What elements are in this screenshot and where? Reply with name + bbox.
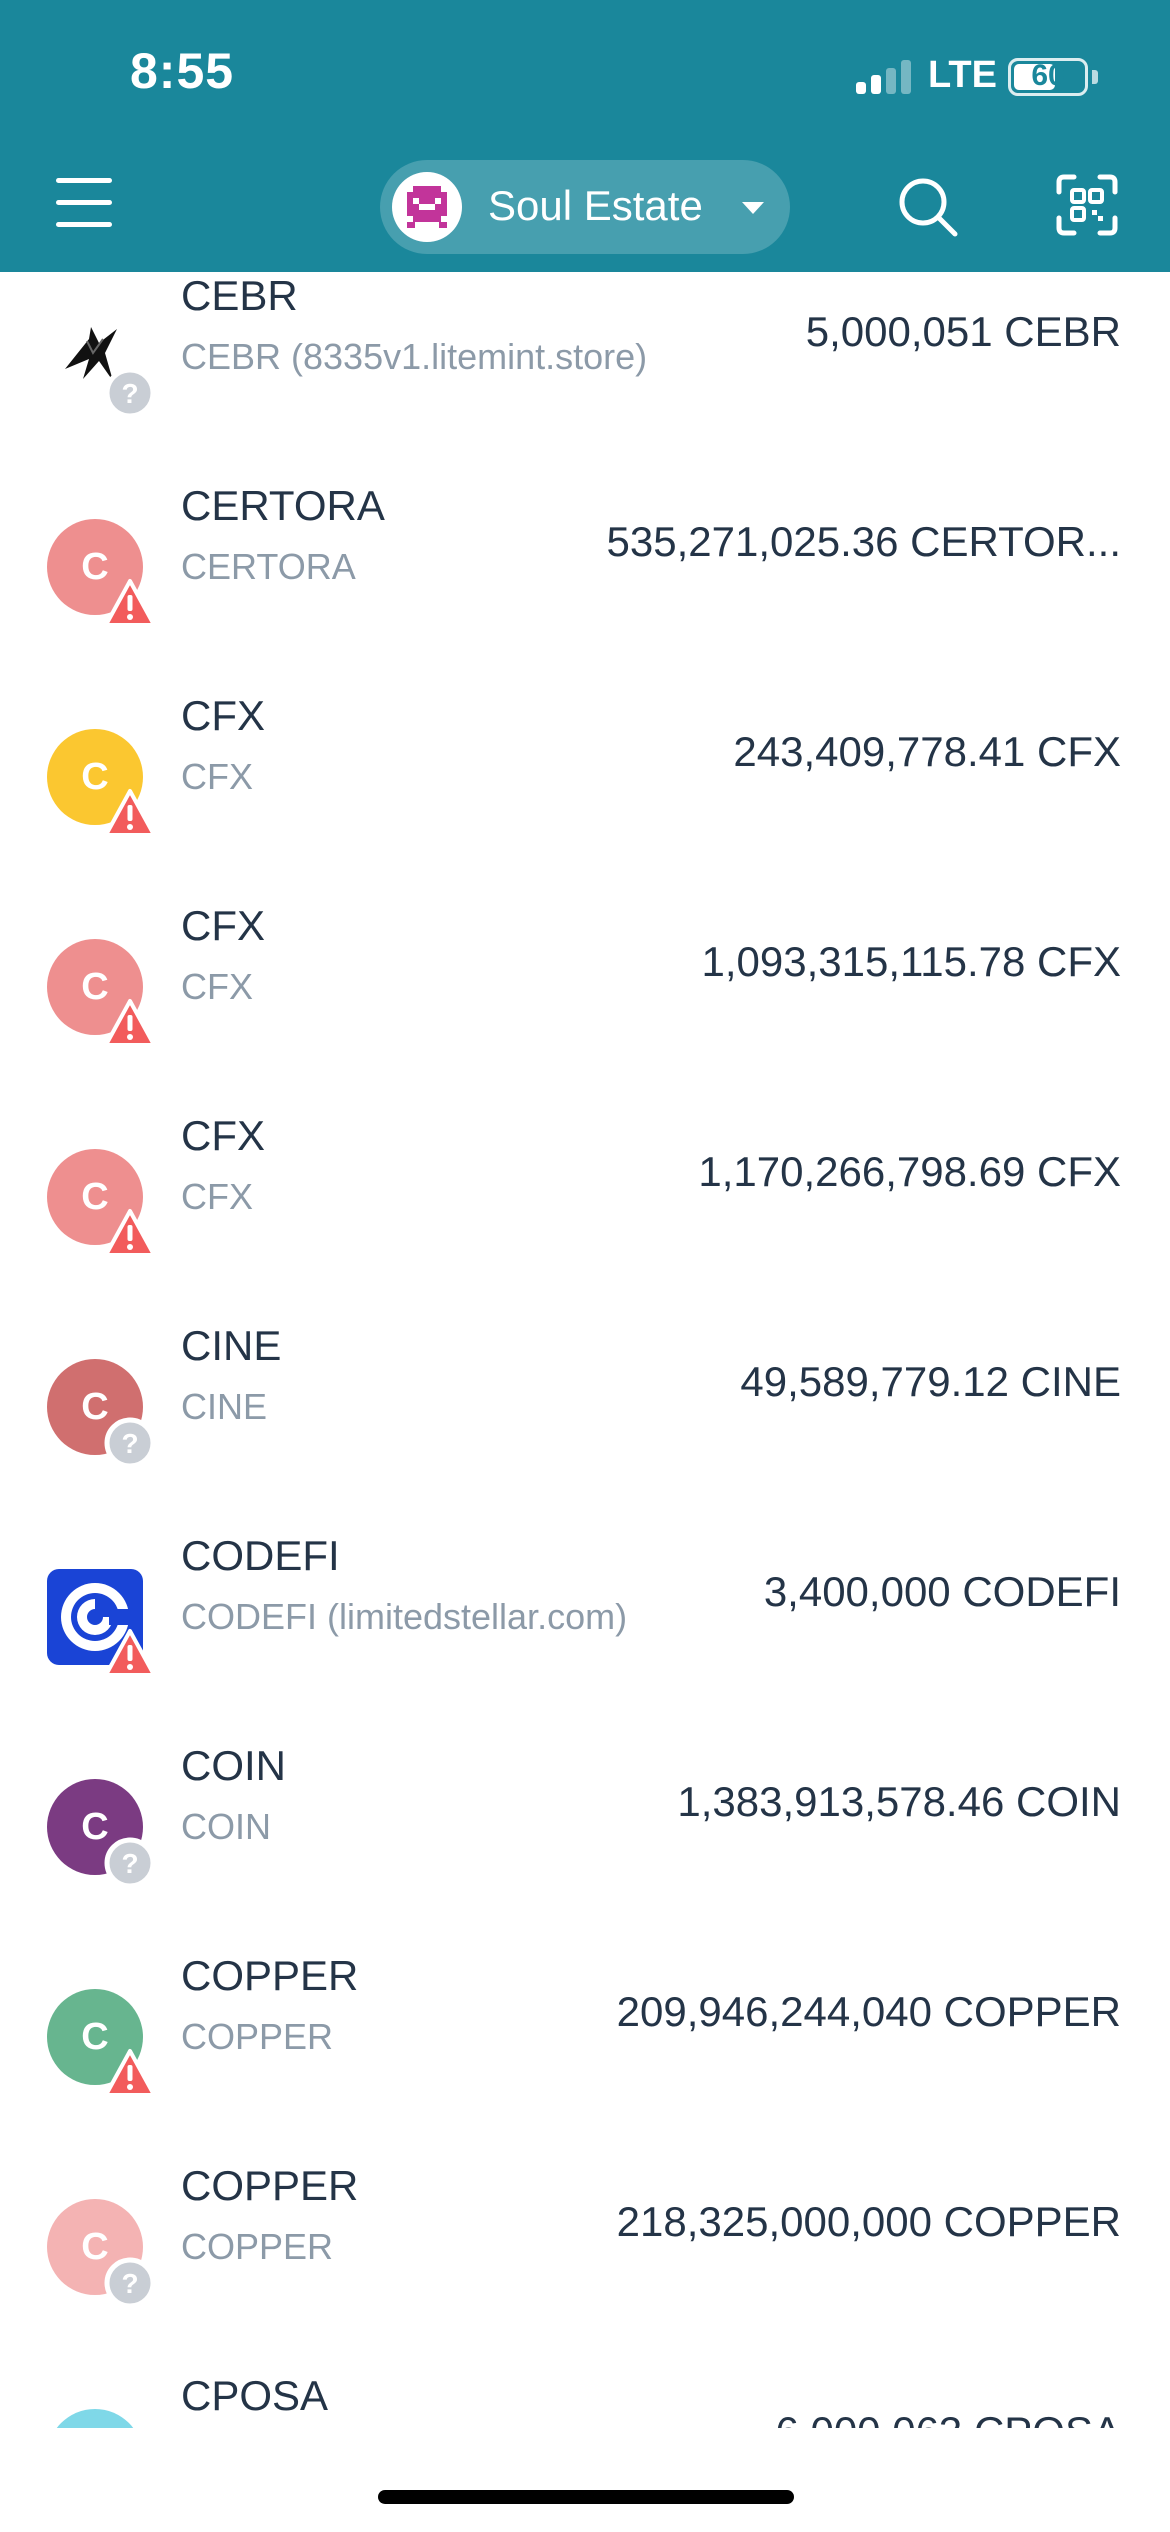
question-icon: ? (104, 1837, 156, 1889)
warning-icon (104, 1627, 156, 1679)
token-row[interactable]: C? COIN COIN 1,383,913,578.46 COIN (0, 1742, 1170, 1952)
token-row[interactable]: C CFX CFX 1,170,266,798.69 CFX (0, 1112, 1170, 1322)
token-balance: 243,409,778.41 CFX (733, 728, 1121, 775)
app-header: 8:55 LTE 60 Soul Estate (0, 0, 1170, 272)
menu-icon-line (56, 222, 112, 227)
signal-bar (856, 82, 866, 94)
chevron-down-icon (742, 202, 764, 214)
token-code: COPPER (181, 2162, 359, 2209)
token-row[interactable]: CODEFI CODEFI (limitedstellar.com) 3,400,0… (0, 1532, 1170, 1742)
token-issuer: CERTORA (181, 546, 356, 587)
battery-icon: 60 (1008, 58, 1088, 96)
token-code: CERTORA (181, 482, 385, 529)
menu-button[interactable] (56, 178, 112, 228)
question-icon: ? (104, 1417, 156, 1469)
battery-percent: 60 (1031, 59, 1065, 92)
network-type: LTE (928, 54, 997, 96)
search-icon (899, 178, 958, 237)
pixel-avatar-icon (407, 186, 447, 228)
account-switcher[interactable]: Soul Estate (380, 160, 790, 254)
account-name: Soul Estate (488, 182, 703, 229)
token-balance: 1,170,266,798.69 CFX (698, 1148, 1121, 1195)
token-code: COPPER (181, 1952, 359, 1999)
warning-icon (104, 2047, 156, 2099)
token-balance: 1,093,315,115.78 CFX (701, 938, 1121, 985)
token-balance: 5,000,051 CEBR (805, 308, 1121, 355)
token-issuer: COPPER (181, 2016, 334, 2057)
home-indicator[interactable] (378, 2490, 794, 2504)
token-row[interactable]: CPOSA 6,000,063 CPOSA (0, 2372, 1170, 2428)
owl-icon (47, 2409, 143, 2428)
status-time: 8:55 (130, 43, 235, 99)
signal-bar (886, 68, 896, 94)
signal-strength-icon (856, 60, 914, 94)
token-balance: 218,325,000,000 COPPER (616, 2198, 1121, 2245)
warning-icon (104, 787, 156, 839)
signal-bar (871, 75, 881, 94)
scan-button[interactable] (1056, 174, 1118, 236)
token-row[interactable]: C CERTORA CERTORA 535,271,025.36 CERTOR... (0, 482, 1170, 692)
token-code: CPOSA (181, 2372, 329, 2419)
svg-text:?: ? (121, 378, 138, 409)
menu-icon-line (56, 178, 112, 183)
signal-bar (901, 60, 911, 94)
token-balance: 535,271,025.36 CERTOR... (606, 518, 1121, 565)
token-list[interactable]: ? CEBR CEBR (8335v1.litemint.store) 5,000,0… (0, 272, 1170, 2428)
token-code: CODEFI (181, 1532, 340, 1579)
token-issuer: CFX (181, 1176, 253, 1217)
token-issuer: CEBR (8335v1.litemint.store) (181, 336, 648, 377)
token-balance: 209,946,244,040 COPPER (616, 1988, 1121, 2035)
token-balance: 49,589,779.12 CINE (740, 1358, 1121, 1405)
qr-scan-icon (1056, 174, 1118, 236)
token-row[interactable]: C CFX CFX 1,093,315,115.78 CFX (0, 902, 1170, 1112)
question-icon: ? (104, 367, 156, 419)
token-issuer: CFX (181, 756, 253, 797)
token-row[interactable]: ? CEBR CEBR (8335v1.litemint.store) 5,000,0… (0, 272, 1170, 482)
token-balance: 3,400,000 CODEFI (763, 1568, 1121, 1615)
question-icon: ? (104, 2257, 156, 2309)
token-issuer: CFX (181, 966, 253, 1007)
token-code: COIN (181, 1742, 286, 1789)
token-row[interactable]: C COPPER COPPER 209,946,244,040 COPPER (0, 1952, 1170, 2162)
search-button[interactable] (895, 174, 961, 240)
warning-icon (104, 577, 156, 629)
svg-text:?: ? (121, 1428, 138, 1459)
token-issuer: CODEFI (limitedstellar.com) (181, 1596, 628, 1637)
warning-icon (104, 1207, 156, 1259)
battery-terminal (1092, 70, 1098, 84)
account-avatar (392, 172, 462, 242)
token-code: CFX (181, 902, 265, 949)
token-balance: 1,383,913,578.46 COIN (677, 1778, 1121, 1825)
token-issuer: COIN (181, 1806, 271, 1847)
svg-text:?: ? (121, 2268, 138, 2299)
token-code: CFX (181, 692, 265, 739)
token-row[interactable]: C CFX CFX 243,409,778.41 CFX (0, 692, 1170, 902)
token-code: CFX (181, 1112, 265, 1159)
token-code: CEBR (181, 272, 298, 319)
token-row[interactable]: C? COPPER COPPER 218,325,000,000 COPPER (0, 2162, 1170, 2372)
svg-text:?: ? (121, 1848, 138, 1879)
token-balance: 6,000,063 CPOSA (775, 2408, 1121, 2428)
warning-icon (104, 997, 156, 1049)
token-row[interactable]: C? CINE CINE 49,589,779.12 CINE (0, 1322, 1170, 1532)
token-issuer: CINE (181, 1386, 268, 1427)
token-code: CINE (181, 1322, 282, 1369)
menu-icon-line (56, 200, 112, 205)
token-issuer: COPPER (181, 2226, 334, 2267)
